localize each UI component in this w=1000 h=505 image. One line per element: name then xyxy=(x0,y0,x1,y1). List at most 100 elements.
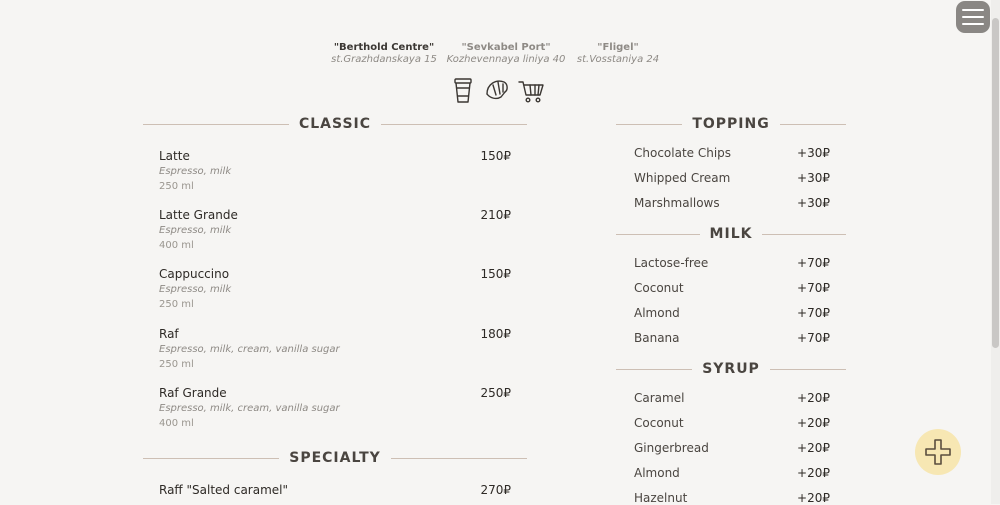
addon-item[interactable]: Coconut +70₽ xyxy=(634,281,830,295)
addon-price: +20₽ xyxy=(797,441,830,455)
location-name: "Fligel" xyxy=(597,42,639,53)
section-syrup: SYRUP xyxy=(616,359,847,379)
item-description: Espresso, milk, cream, vanilla sugar xyxy=(159,344,340,355)
addon-name: Coconut xyxy=(634,281,684,295)
item-name: Raf Grande xyxy=(159,386,227,400)
addon-price: +30₽ xyxy=(797,196,830,210)
item-price: 270₽ xyxy=(480,483,511,497)
menu-icon xyxy=(962,9,984,11)
divider xyxy=(616,123,683,125)
divider xyxy=(616,368,693,370)
section-title: TOPPING xyxy=(692,116,770,132)
item-volume: 250 ml xyxy=(159,299,194,310)
item-price: 180₽ xyxy=(480,327,511,341)
addon-price: +70₽ xyxy=(797,331,830,345)
coffee-cup-icon[interactable] xyxy=(450,76,476,104)
addon-name: Coconut xyxy=(634,416,684,430)
item-name: Raf xyxy=(159,327,179,341)
item-volume: 250 ml xyxy=(159,359,194,370)
menu-icon-bar xyxy=(962,23,984,25)
addon-item[interactable]: Caramel +20₽ xyxy=(634,391,830,405)
item-name: Latte Grande xyxy=(159,208,238,222)
item-price: 150₽ xyxy=(480,149,511,163)
item-volume: 400 ml xyxy=(159,418,194,429)
menu-item[interactable]: Latte 150₽ Espresso, milk 250 ml xyxy=(159,149,511,192)
menu-item[interactable]: Latte Grande 210₽ Espresso, milk 400 ml xyxy=(159,208,511,251)
addon-item[interactable]: Hazelnut +20₽ xyxy=(634,491,830,505)
addon-item[interactable]: Coconut +20₽ xyxy=(634,416,830,430)
addon-price: +70₽ xyxy=(797,281,830,295)
item-description: Espresso, milk xyxy=(159,284,232,295)
location-address: st.Vosstaniya 24 xyxy=(576,54,660,65)
item-name: Raff "Salted caramel" xyxy=(159,483,289,497)
section-title: CLASSIC xyxy=(298,116,372,132)
addon-item[interactable]: Marshmallows +30₽ xyxy=(634,196,830,210)
addon-name: Gingerbread xyxy=(634,441,709,455)
plus-icon xyxy=(925,439,951,465)
divider xyxy=(143,123,289,125)
section-classic: CLASSIC xyxy=(143,114,527,134)
item-description: Espresso, milk xyxy=(159,225,232,236)
item-price: 250₽ xyxy=(480,386,511,400)
divider xyxy=(769,368,847,370)
location-address: Kozhevennaya liniya 40 xyxy=(446,54,566,65)
addon-price: +20₽ xyxy=(797,466,830,480)
section-title: MILK xyxy=(709,226,753,242)
location-berthold[interactable]: "Berthold Centre" st.Grazhdanskaya 15 xyxy=(326,42,442,65)
addon-price: +20₽ xyxy=(797,416,830,430)
menu-item[interactable]: Raf 180₽ Espresso, milk, cream, vanilla s… xyxy=(159,327,511,370)
section-title: SYRUP xyxy=(702,361,760,377)
item-description: Espresso, milk, cream, vanilla sugar xyxy=(159,403,340,414)
addon-name: Chocolate Chips xyxy=(634,146,732,160)
cart-icon[interactable] xyxy=(518,76,544,104)
menu-item[interactable]: Cappuccino 150₽ Espresso, milk 250 ml xyxy=(159,267,511,310)
addon-item[interactable]: Whipped Cream +30₽ xyxy=(634,171,830,185)
addon-item[interactable]: Chocolate Chips +30₽ xyxy=(634,146,830,160)
item-name: Latte xyxy=(159,149,190,163)
divider xyxy=(143,457,280,459)
location-address: st.Grazhdanskaya 15 xyxy=(331,54,437,65)
addon-price: +20₽ xyxy=(797,491,830,505)
item-price: 210₽ xyxy=(480,208,511,222)
menu-item[interactable]: Raf Grande 250₽ Espresso, milk, cream, va… xyxy=(159,386,511,429)
divider xyxy=(779,123,847,125)
section-topping: TOPPING xyxy=(616,114,847,134)
item-volume: 400 ml xyxy=(159,240,194,251)
addon-item[interactable]: Banana +70₽ xyxy=(634,331,830,345)
add-button[interactable] xyxy=(915,429,961,475)
addon-name: Marshmallows xyxy=(634,196,720,210)
addon-name: Lactose-free xyxy=(634,256,709,270)
item-volume: 250 ml xyxy=(159,181,194,192)
item-description: Espresso, milk xyxy=(159,166,232,177)
addon-name: Hazelnut xyxy=(634,491,688,505)
divider xyxy=(381,123,527,125)
addon-price: +70₽ xyxy=(797,256,830,270)
croissant-icon[interactable] xyxy=(484,76,510,104)
addon-price: +20₽ xyxy=(797,391,830,405)
menu-item[interactable]: Raff "Salted caramel" 270₽ xyxy=(159,483,511,497)
section-specialty: SPECIALTY xyxy=(143,448,527,468)
addon-item[interactable]: Lactose-free +70₽ xyxy=(634,256,830,270)
location-fligel[interactable]: "Fligel" st.Vosstaniya 24 xyxy=(572,42,664,65)
location-sevkabel[interactable]: "Sevkabel Port" Kozhevennaya liniya 40 xyxy=(443,42,569,65)
addon-price: +30₽ xyxy=(797,146,830,160)
location-list: "Berthold Centre" st.Grazhdanskaya 15 "S… xyxy=(0,42,1000,70)
addon-price: +70₽ xyxy=(797,306,830,320)
addon-item[interactable]: Gingerbread +20₽ xyxy=(634,441,830,455)
menu-button[interactable] xyxy=(956,1,990,33)
item-name: Cappuccino xyxy=(159,267,230,281)
divider xyxy=(762,233,847,235)
section-milk: MILK xyxy=(616,224,847,244)
addon-item[interactable]: Almond +20₽ xyxy=(634,466,830,480)
divider xyxy=(616,233,700,235)
menu-icon-bar xyxy=(962,16,984,18)
location-name: "Berthold Centre" xyxy=(333,42,435,53)
location-name: "Sevkabel Port" xyxy=(461,42,551,53)
divider xyxy=(390,457,527,459)
addon-name: Banana xyxy=(634,331,680,345)
addon-name: Almond xyxy=(634,306,680,320)
item-price: 150₽ xyxy=(480,267,511,281)
addon-item[interactable]: Almond +70₽ xyxy=(634,306,830,320)
category-icons xyxy=(450,76,544,104)
addon-name: Caramel xyxy=(634,391,685,405)
